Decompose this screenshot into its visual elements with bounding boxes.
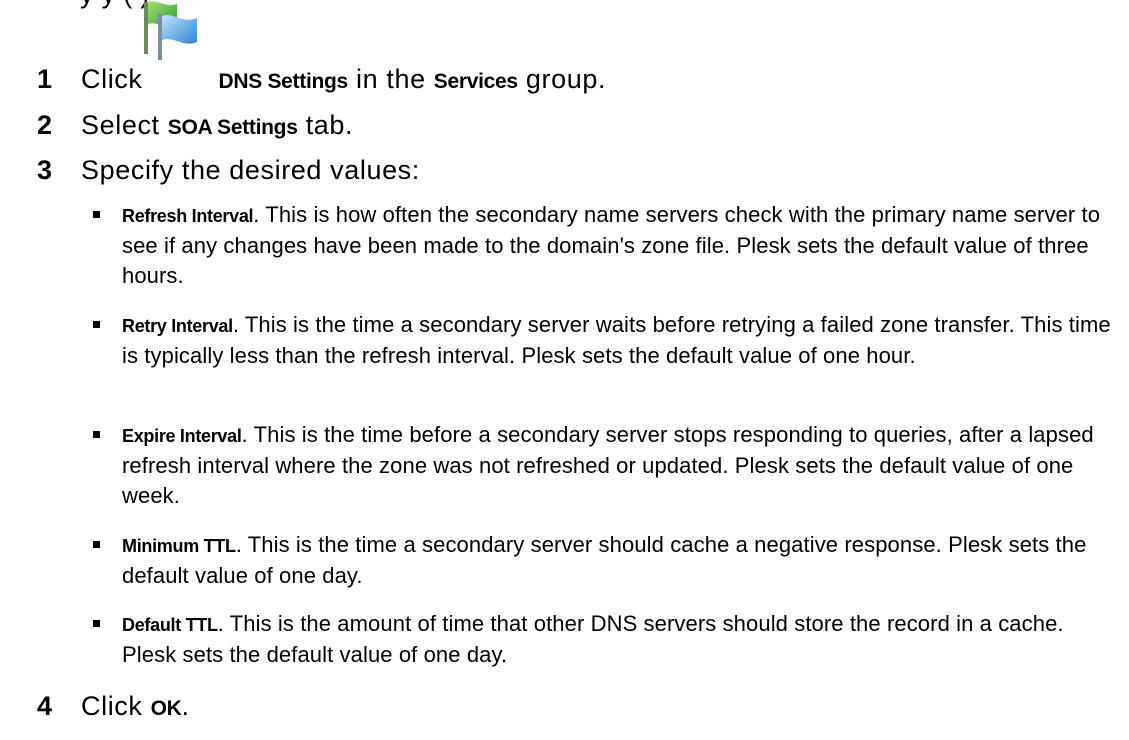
step-text-mid: in the	[356, 64, 426, 94]
bullet-text: . This is how often the secondary name s…	[122, 202, 1101, 288]
step-text-post: .	[181, 691, 190, 721]
bullet-term: Expire Interval	[122, 426, 242, 446]
step-text-pre: Click	[81, 64, 143, 94]
cut-off-heading: y y ( )	[80, 0, 150, 10]
step-number: 3	[37, 155, 53, 185]
bullet-term: Refresh Interval	[122, 206, 254, 226]
soa-settings-label: SOA Settings	[167, 116, 298, 139]
bullet-term: Default TTL	[122, 615, 218, 635]
bullet-text: . This is the time a secondary server sh…	[122, 532, 1087, 588]
bullet-marker	[93, 431, 100, 438]
bullet-refresh-interval: Refresh Interval. This is how often the …	[93, 200, 1112, 291]
bullet-marker	[93, 321, 100, 328]
step-number: 2	[37, 110, 53, 140]
flag-icon	[144, 1, 197, 60]
bullet-marker	[93, 211, 100, 218]
bullet-retry-interval: Retry Interval. This is the time a secon…	[93, 310, 1112, 371]
step-number: 4	[37, 691, 53, 721]
ok-label: OK	[150, 697, 182, 720]
step-2: 2 Select SOA Settings tab.	[37, 108, 353, 145]
step-text: Specify the desired values:	[81, 155, 420, 185]
step-text-pre: Select	[81, 110, 160, 140]
step-text-post: group.	[525, 64, 607, 94]
step-3: 3 Specify the desired values:	[37, 153, 420, 187]
bullet-text: . This is the time a secondary server wa…	[122, 312, 1111, 368]
step-1: 1 Click DNS Settings in the Services group…	[37, 62, 606, 99]
step-text-post: tab.	[305, 110, 354, 140]
bullet-minimum-ttl: Minimum TTL. This is the time a secondar…	[93, 530, 1112, 591]
bullet-term: Retry Interval	[122, 316, 233, 336]
bullet-expire-interval: Expire Interval. This is the time before…	[93, 420, 1112, 511]
document-page: y y ( ) 1 Click DNS Settings in the Servic…	[0, 0, 1129, 740]
dns-settings-label: DNS Settings	[218, 70, 349, 93]
bullet-marker	[93, 620, 100, 627]
bullet-default-ttl: Default TTL. This is the amount of time …	[93, 609, 1112, 670]
bullet-term: Minimum TTL	[122, 536, 236, 556]
step-number: 1	[37, 64, 53, 94]
bullet-text: . This is the time before a secondary se…	[122, 422, 1094, 508]
services-group-label: Services	[433, 70, 518, 93]
bullet-text: . This is the amount of time that other …	[122, 611, 1064, 667]
step-4: 4 Click OK.	[37, 689, 190, 726]
bullet-marker	[93, 541, 100, 548]
step-text-pre: Click	[81, 691, 143, 721]
